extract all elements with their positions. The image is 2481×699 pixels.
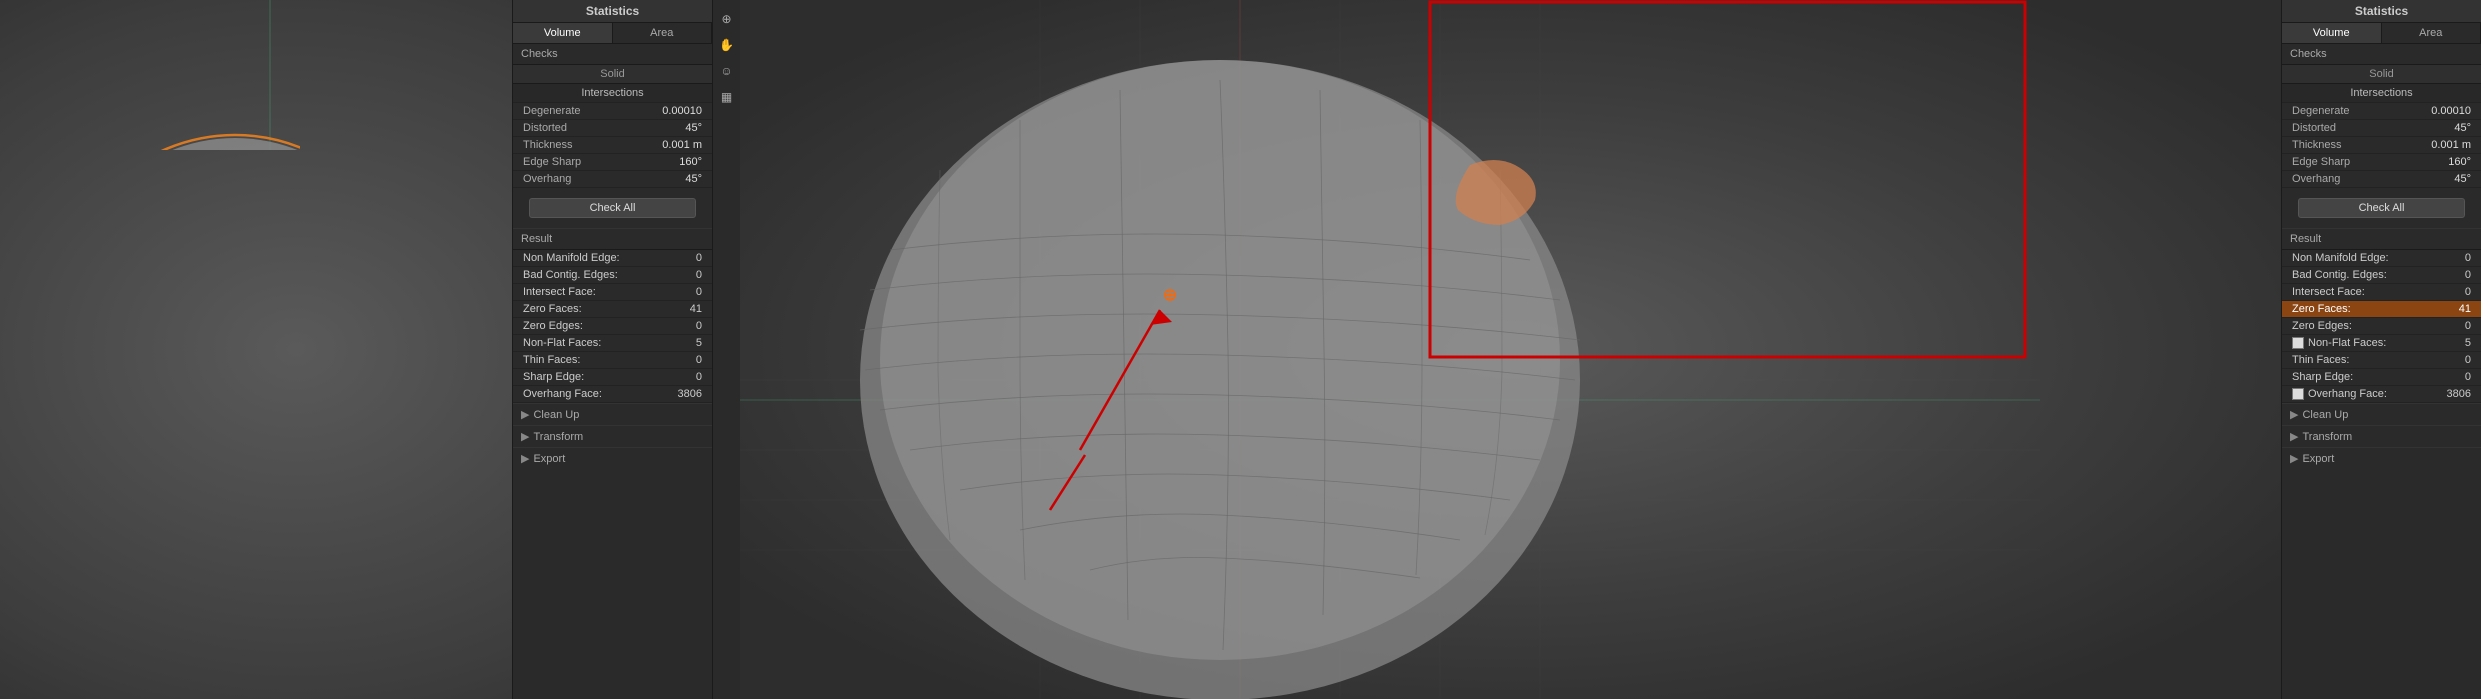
stats-tabs-left: Volume Area: [513, 23, 712, 44]
check-box-indicator: [2292, 388, 2304, 400]
stats-panel-right: Statistics Volume Area Checks Solid Inte…: [2281, 0, 2481, 699]
right-viewport-svg: [740, 0, 2281, 699]
collapse-row-transform[interactable]: ▶Transform: [2282, 425, 2481, 447]
check-row: Edge Sharp160°: [2282, 154, 2481, 171]
toolbar-icon-face[interactable]: ☺: [716, 60, 738, 82]
result-row: Bad Contig. Edges:0: [2282, 267, 2481, 284]
left-check-rows: Degenerate0.00010Distorted45°Thickness0.…: [513, 103, 712, 188]
result-row: Non Manifold Edge:0: [2282, 250, 2481, 267]
result-row: Sharp Edge:0: [2282, 369, 2481, 386]
stats-title-left: Statistics: [513, 0, 712, 23]
check-all-container-right: Check All: [2282, 188, 2481, 228]
left-panel: ⊕ ✋ ☺ ▦ Statistics Volume Area Checks So…: [0, 0, 740, 699]
result-label-left: Result: [513, 228, 712, 250]
checks-label-right: Checks: [2282, 44, 2481, 65]
right-section: Statistics Volume Area Checks Solid Inte…: [740, 0, 2481, 699]
result-row: Zero Faces:41: [2282, 301, 2481, 318]
check-row: Thickness0.001 m: [2282, 137, 2481, 154]
collapse-row-clean-up[interactable]: ▶Clean Up: [513, 403, 712, 425]
solid-label-left: Solid: [513, 65, 712, 84]
right-check-rows: Degenerate0.00010Distorted45°Thickness0.…: [2282, 103, 2481, 188]
stats-title-right: Statistics: [2282, 0, 2481, 23]
checks-label-left: Checks: [513, 44, 712, 65]
result-row: Non-Flat Faces:5: [513, 335, 712, 352]
collapse-row-clean-up[interactable]: ▶Clean Up: [2282, 403, 2481, 425]
viewport-right[interactable]: [740, 0, 2281, 699]
tab-volume-left[interactable]: Volume: [513, 23, 613, 43]
result-row: Thin Faces:0: [513, 352, 712, 369]
result-row: Zero Edges:0: [513, 318, 712, 335]
check-row: Overhang45°: [513, 171, 712, 188]
result-row: Intersect Face:0: [2282, 284, 2481, 301]
tab-area-right[interactable]: Area: [2382, 23, 2481, 43]
intersections-label-left: Intersections: [513, 84, 712, 103]
result-label-right: Result: [2282, 228, 2481, 250]
intersections-label-right: Intersections: [2282, 84, 2481, 103]
result-row: Overhang Face:3806: [513, 386, 712, 403]
result-row: Non-Flat Faces:5: [2282, 335, 2481, 352]
grid-lines-left: [0, 0, 300, 150]
check-all-button-left[interactable]: Check All: [529, 198, 696, 218]
result-row: Sharp Edge:0: [513, 369, 712, 386]
result-row: Zero Faces:41: [513, 301, 712, 318]
result-row: Thin Faces:0: [2282, 352, 2481, 369]
stats-tabs-right: Volume Area: [2282, 23, 2481, 44]
toolbar-left: ⊕ ✋ ☺ ▦: [712, 0, 740, 699]
check-row: Degenerate0.00010: [2282, 103, 2481, 120]
check-all-container-left: Check All: [513, 188, 712, 228]
result-row: Non Manifold Edge:0: [513, 250, 712, 267]
check-row: Thickness0.001 m: [513, 137, 712, 154]
result-row: Bad Contig. Edges:0: [513, 267, 712, 284]
collapse-row-export[interactable]: ▶Export: [2282, 447, 2481, 469]
toolbar-icon-grid[interactable]: ▦: [716, 86, 738, 108]
solid-label-right: Solid: [2282, 65, 2481, 84]
toolbar-icon-add[interactable]: ⊕: [716, 8, 738, 30]
collapse-row-export[interactable]: ▶Export: [513, 447, 712, 469]
tab-volume-right[interactable]: Volume: [2282, 23, 2382, 43]
check-row: Overhang45°: [2282, 171, 2481, 188]
result-row: Zero Edges:0: [2282, 318, 2481, 335]
left-collapse-items: ▶Clean Up▶Transform▶Export: [513, 403, 712, 469]
right-collapse-items: ▶Clean Up▶Transform▶Export: [2282, 403, 2481, 469]
check-row: Distorted45°: [513, 120, 712, 137]
check-all-button-right[interactable]: Check All: [2298, 198, 2465, 218]
left-result-rows: Non Manifold Edge:0Bad Contig. Edges:0In…: [513, 250, 712, 403]
tab-area-left[interactable]: Area: [613, 23, 713, 43]
result-row: Overhang Face:3806: [2282, 386, 2481, 403]
check-row: Distorted45°: [2282, 120, 2481, 137]
check-box-indicator: [2292, 337, 2304, 349]
check-row: Edge Sharp160°: [513, 154, 712, 171]
collapse-row-transform[interactable]: ▶Transform: [513, 425, 712, 447]
stats-panel-left: Statistics Volume Area Checks Solid Inte…: [512, 0, 712, 699]
toolbar-icon-hand[interactable]: ✋: [716, 34, 738, 56]
result-row: Intersect Face:0: [513, 284, 712, 301]
right-result-rows: Non Manifold Edge:0Bad Contig. Edges:0In…: [2282, 250, 2481, 403]
check-row: Degenerate0.00010: [513, 103, 712, 120]
